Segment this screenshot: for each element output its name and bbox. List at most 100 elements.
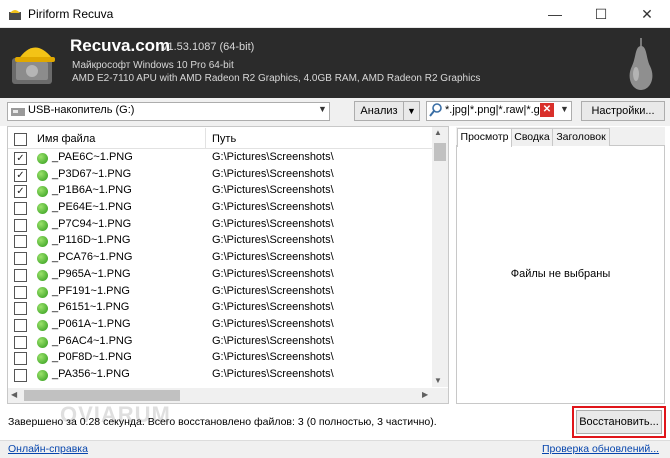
scroll-right-icon[interactable]: ▶ [422, 390, 428, 399]
file-name-cell: _PCA76~1.PNG [52, 251, 133, 264]
row-checkbox[interactable] [14, 218, 27, 232]
recovery-state-icon [37, 369, 48, 381]
row-checkbox[interactable] [14, 302, 27, 316]
row-checkbox[interactable]: ✓ [14, 185, 27, 199]
file-name-cell: _P6151~1.PNG [52, 301, 130, 314]
hardware-info: AMD E2-7110 APU with AMD Radeon R2 Graph… [72, 73, 481, 84]
file-path-cell: G:\Pictures\Screenshots\ [212, 351, 334, 364]
file-path-cell: G:\Pictures\Screenshots\ [212, 167, 334, 180]
vertical-scroll-thumb[interactable] [434, 143, 446, 161]
table-row[interactable]: _P7C94~1.PNG G:\Pictures\Screenshots\ [8, 217, 432, 234]
version-label: v1.53.1087 (64-bit) [162, 41, 255, 53]
check-updates-link[interactable]: Проверка обновлений... [542, 443, 659, 455]
file-rows: ✓ _PAE6C~1.PNG G:\Pictures\Screenshots\ ✓ _P… [8, 150, 432, 388]
file-path-cell: G:\Pictures\Screenshots\ [212, 284, 334, 297]
table-row[interactable]: _P6151~1.PNG G:\Pictures\Screenshots\ [8, 300, 432, 317]
scan-options-dropdown[interactable]: ▼ [403, 101, 420, 121]
file-name-cell: _P116D~1.PNG [52, 234, 131, 247]
file-path-cell: G:\Pictures\Screenshots\ [212, 251, 334, 264]
file-name-cell: _PAE6C~1.PNG [52, 151, 133, 163]
column-header-path[interactable]: Путь [212, 133, 236, 145]
row-checkbox[interactable] [14, 352, 27, 366]
preview-panel [456, 127, 665, 404]
table-row[interactable]: _PF191~1.PNG G:\Pictures\Screenshots\ [8, 284, 432, 301]
file-path-cell: G:\Pictures\Screenshots\ [212, 367, 334, 380]
table-row[interactable]: _P061A~1.PNG G:\Pictures\Screenshots\ [8, 317, 432, 334]
settings-button[interactable]: Настройки... [581, 101, 665, 121]
column-divider[interactable] [205, 128, 206, 148]
row-checkbox[interactable] [14, 202, 27, 216]
file-name-cell: _P0F8D~1.PNG [52, 351, 132, 364]
minimize-button[interactable]: — [532, 0, 578, 28]
scroll-up-icon[interactable]: ▲ [434, 128, 442, 137]
table-row[interactable]: ✓ _P1B6A~1.PNG G:\Pictures\Screenshots\ [8, 183, 432, 200]
drive-select-value: USB-накопитель (G:) [28, 104, 135, 116]
row-checkbox[interactable]: ✓ [14, 168, 27, 182]
table-row[interactable]: ✓ _P3D67~1.PNG G:\Pictures\Screenshots\ [8, 167, 432, 184]
table-row[interactable]: ✓ _PAE6C~1.PNG G:\Pictures\Screenshots\ [8, 150, 432, 167]
table-row[interactable]: _P965A~1.PNG G:\Pictures\Screenshots\ [8, 267, 432, 284]
recuva-logo-icon [12, 47, 55, 84]
recovery-state-icon [37, 186, 48, 198]
row-checkbox[interactable]: ✓ [14, 152, 27, 165]
restore-highlight-frame [572, 406, 666, 438]
vertical-scrollbar[interactable] [432, 127, 448, 387]
file-path-cell: G:\Pictures\Screenshots\ [212, 267, 334, 280]
scroll-down-icon[interactable]: ▼ [434, 376, 442, 385]
row-checkbox[interactable] [14, 285, 27, 299]
file-name-cell: _P6AC4~1.PNG [52, 334, 133, 347]
file-filter-value[interactable]: *.jpg|*.png|*.raw|*.gif [445, 104, 543, 116]
recovery-state-icon [37, 269, 48, 281]
os-info: Майкрософт Windows 10 Pro 64-bit [72, 60, 234, 71]
tab-header[interactable]: Заголовок [552, 128, 610, 146]
scan-button[interactable]: Анализ [354, 101, 404, 121]
row-checkbox[interactable] [14, 368, 27, 382]
recovery-state-icon [37, 286, 48, 298]
file-path-cell: G:\Pictures\Screenshots\ [212, 217, 334, 230]
table-row[interactable]: _P6AC4~1.PNG G:\Pictures\Screenshots\ [8, 334, 432, 351]
clear-filter-icon[interactable]: ✕ [540, 103, 554, 117]
file-path-cell: G:\Pictures\Screenshots\ [212, 301, 334, 314]
table-row[interactable]: _PA356~1.PNG G:\Pictures\Screenshots\ [8, 367, 432, 384]
tab-preview[interactable]: Просмотр [457, 128, 512, 147]
file-name-cell: _P965A~1.PNG [52, 267, 131, 280]
horizontal-scroll-thumb[interactable] [24, 390, 180, 401]
row-checkbox[interactable] [14, 235, 27, 249]
row-checkbox[interactable] [14, 318, 27, 332]
close-button[interactable]: ✕ [624, 0, 670, 28]
recovery-state-icon [37, 353, 48, 365]
scroll-left-icon[interactable]: ◀ [11, 390, 17, 399]
recovery-state-icon [37, 253, 48, 265]
file-path-cell: G:\Pictures\Screenshots\ [212, 184, 334, 197]
file-path-cell: G:\Pictures\Screenshots\ [212, 334, 334, 347]
tab-summary[interactable]: Сводка [511, 128, 553, 146]
table-row[interactable]: _PE64E~1.PNG G:\Pictures\Screenshots\ [8, 200, 432, 217]
usb-drive-icon [11, 108, 25, 116]
chevron-down-icon[interactable]: ▼ [318, 104, 327, 114]
file-path-cell: G:\Pictures\Screenshots\ [212, 151, 334, 163]
table-row[interactable]: _P116D~1.PNG G:\Pictures\Screenshots\ [8, 233, 432, 250]
file-name-cell: _PA356~1.PNG [52, 367, 130, 380]
online-help-link[interactable]: Онлайн-справка [8, 443, 88, 455]
column-header-filename[interactable]: Имя файла [37, 133, 95, 145]
no-files-selected-message: Файлы не выбраны [510, 268, 611, 280]
recovery-state-icon [37, 219, 48, 231]
table-row[interactable]: _PCA76~1.PNG G:\Pictures\Screenshots\ [8, 250, 432, 267]
file-name-cell: _P061A~1.PNG [52, 317, 131, 330]
recovery-state-icon [37, 336, 48, 348]
row-checkbox[interactable] [14, 252, 27, 266]
file-path-cell: G:\Pictures\Screenshots\ [212, 201, 334, 214]
chevron-down-icon[interactable]: ▼ [560, 104, 569, 114]
file-name-cell: _PF191~1.PNG [52, 284, 130, 297]
status-message: Завершено за 0.28 секунда. Всего восстан… [8, 416, 437, 428]
recovery-state-icon [37, 236, 48, 248]
window-title: Piriform Recuva [28, 7, 114, 21]
row-checkbox[interactable] [14, 268, 27, 282]
select-all-checkbox[interactable] [14, 133, 27, 146]
table-row[interactable]: _P0F8D~1.PNG G:\Pictures\Screenshots\ [8, 350, 432, 367]
file-path-cell: G:\Pictures\Screenshots\ [212, 234, 334, 247]
row-checkbox[interactable] [14, 335, 27, 349]
maximize-button[interactable]: ☐ [578, 0, 624, 28]
search-icon [429, 103, 442, 117]
file-name-cell: _P7C94~1.PNG [52, 217, 132, 230]
